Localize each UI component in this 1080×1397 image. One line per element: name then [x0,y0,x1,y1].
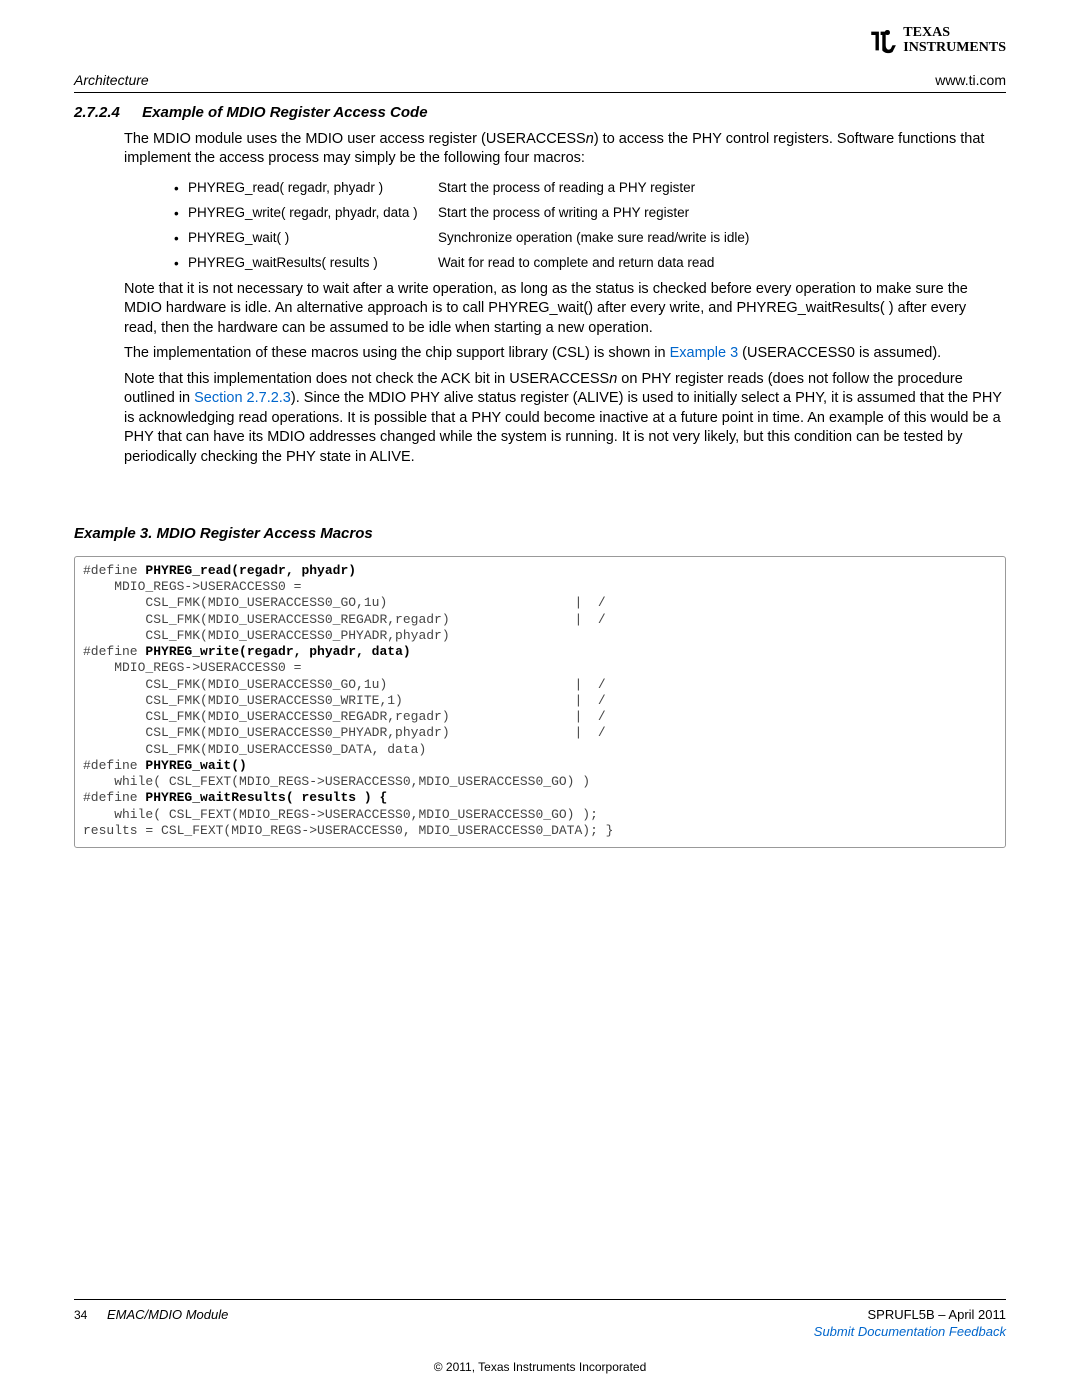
footer-module-name: EMAC/MDIO Module [107,1307,228,1322]
logo-row: TEXAS INSTRUMENTS [74,26,1006,55]
paragraph-3: The implementation of these macros using… [124,344,1002,364]
footer-copyright: © 2011, Texas Instruments Incorporated [74,1359,1006,1375]
code-listing: #define PHYREG_read(regadr, phyadr) MDIO… [74,556,1006,848]
section-number: 2.7.2.4 [74,103,138,123]
bullet-icon: • [174,229,188,248]
ti-logo: TEXAS INSTRUMENTS [867,26,1006,55]
example-title: Example 3. MDIO Register Access Macros [74,524,1006,544]
bullet-icon: • [174,179,188,198]
macro-desc: Start the process of reading a PHY regis… [438,179,1006,198]
macro-row: • PHYREG_wait( ) Synchronize operation (… [174,229,1006,248]
link-section-2723[interactable]: Section 2.7.2.3 [194,390,291,406]
ti-logo-icon [867,28,901,54]
footer-doc-id: SPRUFL5B – April 2011 [814,1306,1006,1324]
macro-row: • PHYREG_waitResults( results ) Wait for… [174,254,1006,273]
running-header: Architecture www.ti.com [74,71,1006,93]
macro-name: PHYREG_read( regadr, phyadr ) [188,179,438,198]
macro-desc: Synchronize operation (make sure read/wr… [438,229,1006,248]
section-title: Example of MDIO Register Access Code [142,104,427,121]
page-number: 34 [74,1308,87,1322]
macro-row: • PHYREG_write( regadr, phyadr, data ) S… [174,204,1006,223]
section-heading: 2.7.2.4 Example of MDIO Register Access … [74,103,1006,123]
paragraph-1: The MDIO module uses the MDIO user acces… [124,130,1002,169]
macro-desc: Start the process of writing a PHY regis… [438,204,1006,223]
bullet-icon: • [174,204,188,223]
macro-row: • PHYREG_read( regadr, phyadr ) Start th… [174,179,1006,198]
paragraph-2: Note that it is not necessary to wait af… [124,280,1002,339]
header-section-name: Architecture [74,71,149,90]
link-example-3[interactable]: Example 3 [670,345,739,361]
logo-text-top: TEXAS [903,26,1006,41]
page-footer: 34 EMAC/MDIO Module SPRUFL5B – April 201… [74,1299,1006,1375]
macro-desc: Wait for read to complete and return dat… [438,254,1006,273]
submit-feedback-link[interactable]: Submit Documentation Feedback [814,1324,1006,1339]
macro-name: PHYREG_wait( ) [188,229,438,248]
header-url: www.ti.com [935,71,1006,90]
bullet-icon: • [174,254,188,273]
macro-list: • PHYREG_read( regadr, phyadr ) Start th… [174,179,1006,274]
logo-text-bottom: INSTRUMENTS [903,41,1006,56]
macro-name: PHYREG_write( regadr, phyadr, data ) [188,204,438,223]
macro-name: PHYREG_waitResults( results ) [188,254,438,273]
paragraph-4: Note that this implementation does not c… [124,370,1002,468]
